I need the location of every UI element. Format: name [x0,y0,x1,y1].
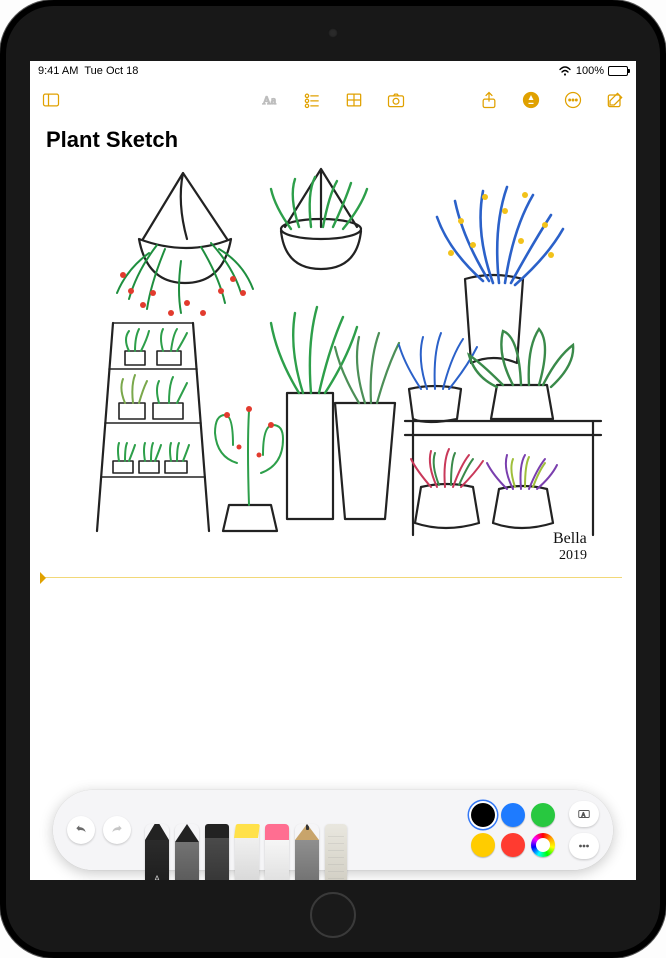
color-swatches [471,803,555,857]
undo-button[interactable] [67,816,95,844]
ruler-tool[interactable] [325,824,347,880]
lock-icon[interactable] [520,89,542,111]
svg-text:Aa: Aa [263,94,277,107]
palette-more-icon[interactable] [569,833,599,859]
brush-tool[interactable] [175,824,199,880]
text-box-tool-icon[interactable]: A [569,801,599,827]
signature-year: 2019 [559,548,587,563]
color-swatch[interactable] [501,833,525,857]
color-swatch[interactable] [501,803,525,827]
insertion-point-divider[interactable] [44,577,622,578]
palette-trailing: A [569,801,599,859]
note-content[interactable]: Plant Sketch [30,119,636,880]
color-swatch[interactable] [471,833,495,857]
pencil-tool[interactable] [295,824,319,880]
pen-tool[interactable]: A [145,824,169,880]
color-swatch[interactable] [531,833,555,857]
camera-icon[interactable] [385,89,407,111]
screen: 9:41 AM Tue Oct 18 100% [30,61,636,880]
eraser-tool[interactable] [265,824,289,880]
battery-icon [608,66,628,76]
redo-button[interactable] [103,816,131,844]
drawing-tools: A [145,790,347,870]
front-camera [328,28,338,38]
device-inner: 9:41 AM Tue Oct 18 100% [6,6,660,952]
table-icon[interactable] [343,89,365,111]
status-time: 9:41 AM [38,65,78,77]
home-button[interactable] [310,892,356,938]
sidebar-toggle-icon[interactable] [40,89,62,111]
compose-icon[interactable] [604,89,626,111]
checklist-icon[interactable] [301,89,323,111]
status-bar: 9:41 AM Tue Oct 18 100% [30,61,636,81]
share-icon[interactable] [478,89,500,111]
highlighter-tool[interactable] [235,824,259,880]
ipad-device-frame: 9:41 AM Tue Oct 18 100% [0,0,666,958]
sketch-canvas[interactable]: Bella 2019 [44,163,622,571]
color-swatch[interactable] [531,803,555,827]
note-title[interactable]: Plant Sketch [46,127,622,153]
marker-tool[interactable] [205,824,229,880]
color-swatch[interactable] [471,803,495,827]
status-date: Tue Oct 18 [84,65,138,77]
wifi-icon [558,65,572,78]
more-icon[interactable] [562,89,584,111]
app-toolbar: Aa [30,81,636,119]
drawing-tool-palette: A A [53,790,613,870]
signature-name: Bella [553,530,587,547]
format-text-icon[interactable]: Aa [259,89,281,111]
battery-percent: 100% [576,65,604,77]
svg-text:A: A [582,812,586,818]
